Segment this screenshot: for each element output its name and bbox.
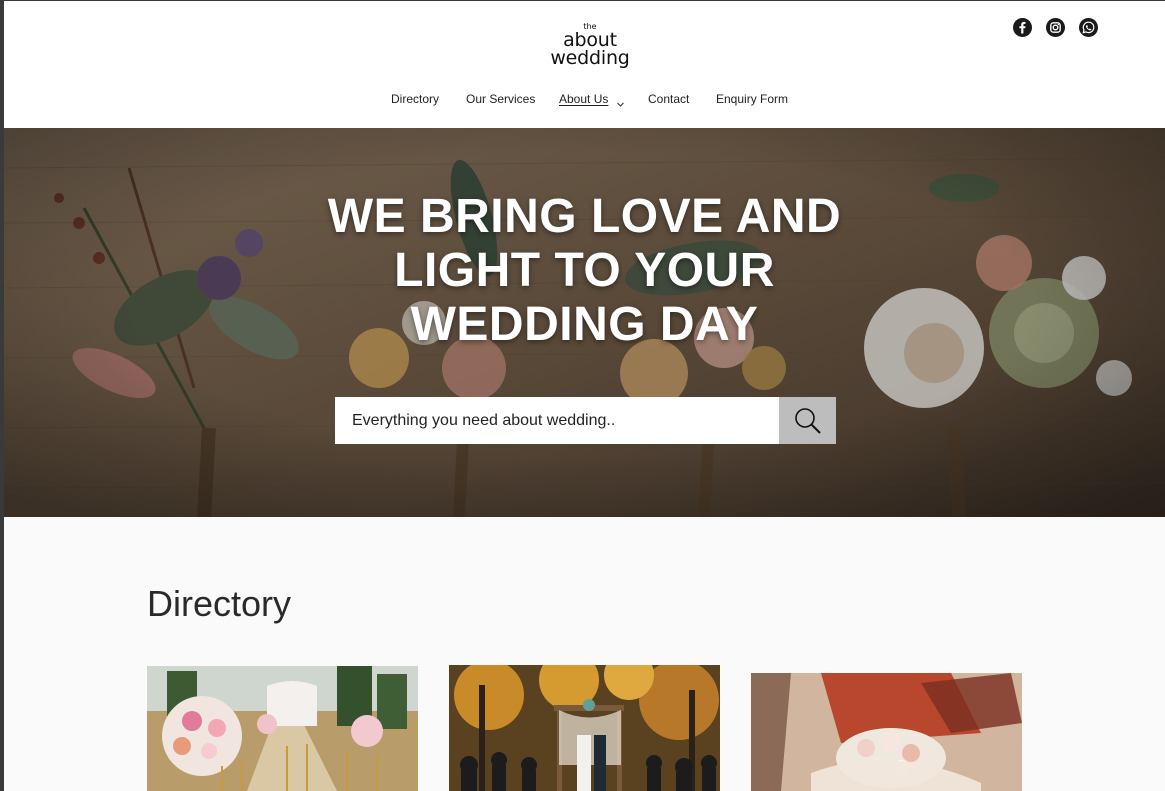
directory-section: Directory <box>4 517 1165 791</box>
hero-banner: WE BRING LOVE AND LIGHT TO YOUR WEDDING … <box>4 128 1165 517</box>
search-input[interactable] <box>335 397 779 444</box>
whatsapp-icon[interactable] <box>1079 18 1098 37</box>
card-image-bouquet <box>751 673 1022 791</box>
hero-title-line-3: WEDDING DAY <box>410 298 759 351</box>
window-top-border <box>0 0 1165 1</box>
hero-title: WE BRING LOVE AND LIGHT TO YOUR WEDDING … <box>4 190 1165 352</box>
nav-enquiry-form[interactable]: Enquiry Form <box>716 92 788 106</box>
card-image-floral-aisle <box>147 666 418 791</box>
directory-card-3[interactable] <box>751 673 1022 791</box>
nav-directory[interactable]: Directory <box>391 92 439 106</box>
facebook-icon[interactable] <box>1013 18 1032 37</box>
hero-title-line-1: WE BRING LOVE AND <box>327 190 842 243</box>
search-button[interactable] <box>779 397 836 444</box>
site-logo[interactable]: the about wedding <box>540 23 640 68</box>
main-nav: Directory Our Services About Us Contact … <box>4 92 1165 110</box>
search-bar <box>335 397 836 444</box>
card-image-outdoor-ceremony <box>449 665 720 791</box>
nav-our-services[interactable]: Our Services <box>466 92 535 106</box>
nav-contact[interactable]: Contact <box>648 92 689 106</box>
directory-card-2[interactable] <box>449 665 720 791</box>
logo-wedding: wedding <box>550 47 630 69</box>
nav-about-us[interactable]: About Us <box>559 92 608 106</box>
instagram-icon[interactable] <box>1046 18 1065 37</box>
chevron-down-icon[interactable] <box>616 96 625 107</box>
site-header: the about wedding Directory Our Services… <box>4 1 1165 128</box>
directory-card-1[interactable] <box>147 666 418 791</box>
hero-title-line-2: LIGHT TO YOUR <box>394 244 775 297</box>
window-left-border <box>0 0 4 791</box>
section-title: Directory <box>147 583 292 624</box>
search-icon <box>794 407 821 434</box>
